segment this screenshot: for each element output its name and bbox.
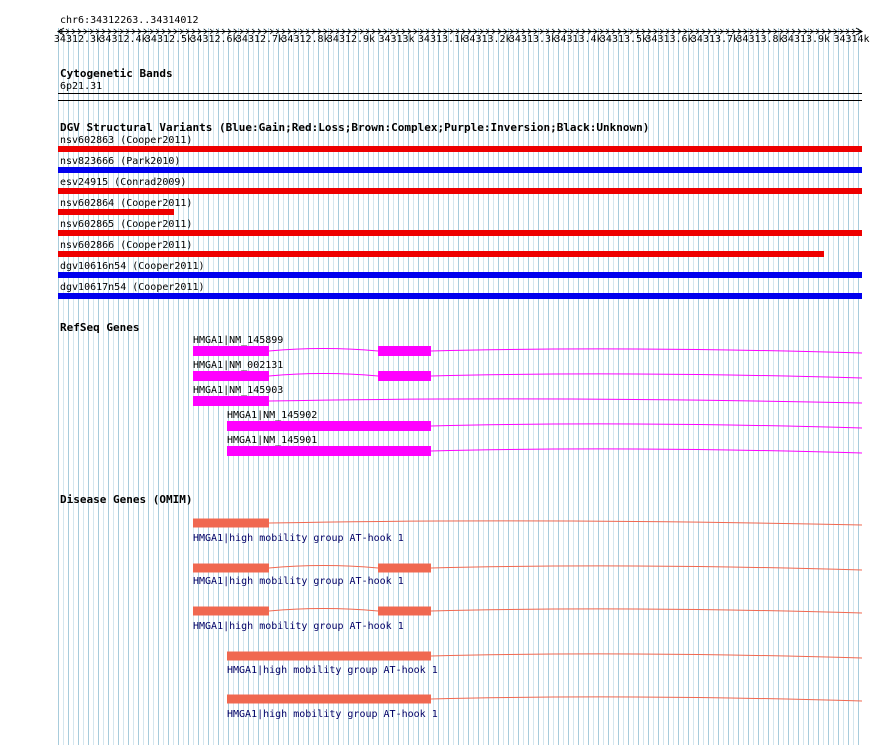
- gene-intron: [430, 608, 863, 614]
- gene-intron: [430, 653, 863, 659]
- gene-intron: [268, 608, 379, 612]
- gene-intron: [430, 696, 863, 702]
- gene-exon[interactable]: [227, 694, 431, 704]
- omim-track: [193, 518, 863, 704]
- gene-exon[interactable]: [227, 651, 431, 661]
- gene-exon[interactable]: [378, 563, 431, 573]
- omim-gene-label[interactable]: HMGA1|high mobility group AT-hook 1: [193, 533, 404, 544]
- gene-intron: [268, 520, 863, 526]
- gene-exon[interactable]: [378, 606, 431, 616]
- gene-exon[interactable]: [193, 518, 269, 528]
- gene-intron: [430, 565, 863, 571]
- gene-exon[interactable]: [193, 563, 269, 573]
- omim-gene-label[interactable]: HMGA1|high mobility group AT-hook 1: [227, 709, 438, 720]
- gene-intron: [268, 565, 379, 569]
- gene-exon[interactable]: [193, 606, 269, 616]
- omim-gene-label[interactable]: HMGA1|high mobility group AT-hook 1: [193, 621, 404, 632]
- genome-browser-panel: chr6:34312263..34314012 34312.3k 34312.4k…: [0, 0, 890, 745]
- omim-gene-label[interactable]: HMGA1|high mobility group AT-hook 1: [227, 665, 438, 676]
- omim-gene-label[interactable]: HMGA1|high mobility group AT-hook 1: [193, 576, 404, 587]
